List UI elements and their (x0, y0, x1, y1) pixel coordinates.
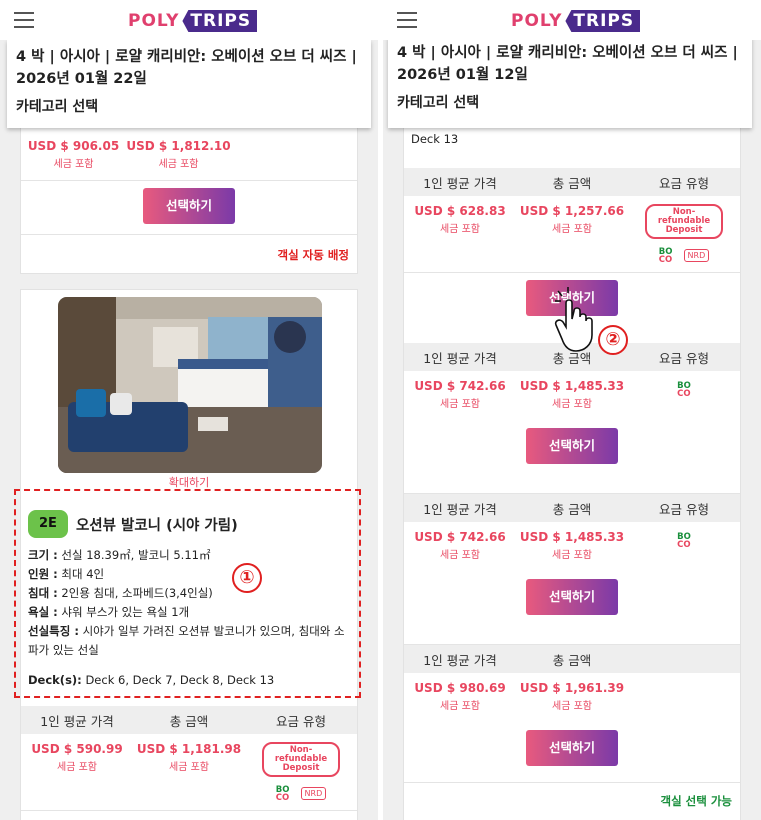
logo-trips: TRIPS (182, 10, 258, 32)
highlight-box-1 (14, 489, 361, 698)
logo-poly: POLY (511, 11, 563, 31)
polytrips-logo[interactable]: POLY TRIPS (128, 10, 258, 32)
fare-row: USD $ 628.83 세금 포함 USD $ 1,257.66 세금 포함 No… (404, 196, 740, 264)
boco-icon: BO CO (677, 531, 691, 550)
nonrefundable-badge: Non-refundable Deposit (645, 204, 723, 239)
left-screen: POLY TRIPS 4 박 | 아시아 | 로얄 캐리비안: 오베이션 오브 … (0, 0, 378, 820)
annotation-2: ② (598, 325, 628, 355)
tax-label: 세금 포함 (440, 224, 480, 235)
boco-icon: BO CO (275, 784, 290, 803)
polytrips-logo[interactable]: POLY TRIPS (511, 10, 641, 32)
fare-table-header: 1인 평균 가격 총 금액 (404, 645, 740, 673)
fare-row: USD $ 742.66 세금 포함 USD $ 1,485.33 세금 포함 BO… (404, 522, 740, 561)
available-label: 객실 선택 가능 (660, 794, 733, 808)
fare-block-3: 1인 평균 가격 총 금액 요금 유형 USD $ 742.66 세금 포함 USD … (404, 493, 740, 615)
fare-row: USD $ 742.66 세금 포함 USD $ 1,485.33 세금 포함 BO… (404, 371, 740, 410)
cabin-image (58, 297, 322, 473)
logo-trips: TRIPS (565, 10, 641, 32)
cruise-title-card: 4 박 | 아시아 | 로얄 캐리비안: 오베이션 오브 더 씨즈 | 2026… (7, 40, 371, 128)
tax-label: 세금 포함 (169, 762, 209, 773)
cruise-title: 4 박 | 아시아 | 로얄 캐리비안: 오베이션 오브 더 씨즈 | 2026… (397, 45, 738, 83)
logo-poly: POLY (128, 11, 180, 31)
nrd-icon: NRD (300, 787, 327, 800)
tax-label: 세금 포함 (440, 701, 480, 712)
top-bar: POLY TRIPS (0, 0, 378, 40)
fare-row: USD $ 980.69 세금 포함 USD $ 1,961.39 세금 포함 (404, 673, 740, 712)
select-button[interactable]: 선택하기 (143, 188, 235, 224)
tax-label: 세금 포함 (158, 159, 199, 170)
tax-label: 세금 포함 (440, 550, 480, 561)
price-total: USD $ 1,257.66 (519, 204, 625, 218)
tax-label: 세금 포함 (552, 701, 592, 712)
room-card: Deck 13 1인 평균 가격 총 금액 요금 유형 USD $ 628.83 세금… (403, 110, 741, 820)
fare-card-top: USD $ 906.05 세금 포함 USD $ 1,812.10 세금 포함 선택… (20, 112, 358, 274)
top-bar: POLY TRIPS (383, 0, 761, 40)
price-total: USD $ 1,961.39 (519, 681, 625, 695)
fare-block-4: 1인 평균 가격 총 금액 USD $ 980.69 세금 포함 USD $ 1,9… (404, 644, 740, 809)
category-heading: 카테고리 선택 (16, 99, 99, 115)
category-heading: 카테고리 선택 (397, 95, 480, 111)
select-button[interactable]: 선택하기 (526, 730, 618, 766)
tax-label: 세금 포함 (552, 224, 592, 235)
price-total: USD $ 1,485.33 (519, 530, 625, 544)
fare-table-header: 1인 평균 가격 총 금액 요금 유형 (404, 168, 740, 196)
boco-icon: BO CO (658, 246, 673, 265)
tax-label: 세금 포함 (57, 762, 97, 773)
price-per-person: USD $ 590.99 (31, 742, 123, 756)
price-total: USD $ 1,812.10 (126, 139, 231, 153)
room-photo[interactable] (58, 297, 322, 473)
boco-icon: BO CO (677, 380, 691, 399)
price-per-person: USD $ 906.05 (27, 139, 120, 153)
menu-icon[interactable] (14, 12, 34, 28)
select-button[interactable]: 선택하기 (526, 428, 618, 464)
price-per-person: USD $ 980.69 (414, 681, 506, 695)
nrd-icon: NRD (683, 249, 710, 262)
price-per-person: USD $ 628.83 (414, 204, 506, 218)
fare-row: USD $ 590.99 세금 포함 USD $ 1,181.98 세금 포함 No… (21, 734, 357, 802)
tax-label: 세금 포함 (440, 399, 480, 410)
nonrefundable-badge: Non-refundable Deposit (262, 742, 340, 777)
cruise-title-card: 4 박 | 아시아 | 로얄 캐리비안: 오베이션 오브 더 씨즈 | 2026… (388, 36, 752, 128)
price-per-person: USD $ 742.66 (414, 530, 506, 544)
menu-icon[interactable] (397, 12, 417, 28)
price-total: USD $ 1,181.98 (136, 742, 242, 756)
fare-block-2: 1인 평균 가격 총 금액 요금 유형 USD $ 742.66 세금 포함 USD … (404, 343, 740, 464)
tax-label: 세금 포함 (552, 550, 592, 561)
select-button[interactable]: 선택하기 (526, 579, 618, 615)
auto-assign-label: 객실 자동 배정 (277, 248, 350, 262)
fare-table-header: 1인 평균 가격 총 금액 요금 유형 (404, 494, 740, 522)
price-per-person: USD $ 742.66 (414, 379, 506, 393)
tax-label: 세금 포함 (53, 159, 94, 170)
enlarge-link[interactable]: 확대하기 (21, 474, 357, 490)
deck-label: Deck 13 (411, 132, 459, 146)
cruise-title: 4 박 | 아시아 | 로얄 캐리비안: 오베이션 오브 더 씨즈 | 2026… (16, 49, 357, 87)
fare-table: 1인 평균 가격 총 금액 요금 유형 USD $ 590.99 세금 포함 USD … (21, 706, 357, 820)
price-row: USD $ 906.05 세금 포함 USD $ 1,812.10 세금 포함 (21, 139, 231, 170)
tax-label: 세금 포함 (552, 399, 592, 410)
fare-table-header: 1인 평균 가격 총 금액 요금 유형 (21, 706, 357, 734)
price-total: USD $ 1,485.33 (519, 379, 625, 393)
right-screen: POLY TRIPS 4 박 | 아시아 | 로얄 캐리비안: 오베이션 오브 … (383, 0, 761, 820)
annotation-1: ① (232, 563, 262, 593)
